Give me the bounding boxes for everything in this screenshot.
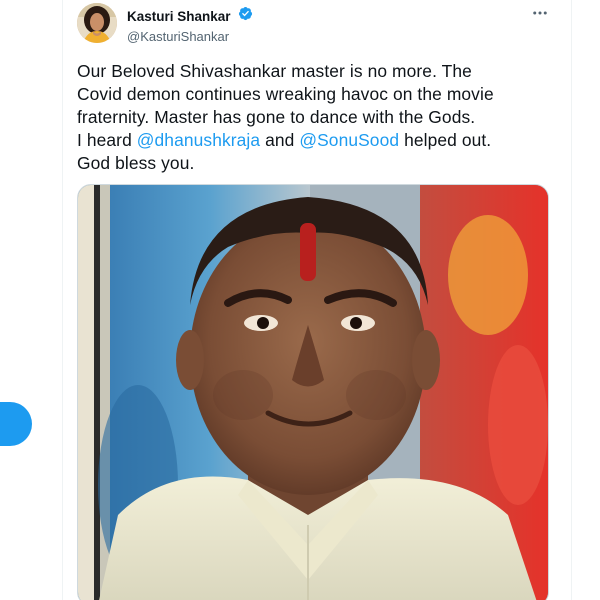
avatar[interactable]: [77, 3, 117, 43]
author-handle[interactable]: @KasturiShankar: [127, 29, 253, 44]
more-options-icon[interactable]: [529, 4, 551, 26]
author-display-name[interactable]: Kasturi Shankar: [127, 9, 231, 24]
tweet-compose-button[interactable]: [0, 402, 32, 446]
tweet-media-photo[interactable]: [77, 184, 549, 600]
tweet-text-segment: and: [260, 130, 300, 150]
verified-badge-icon: [238, 6, 253, 26]
avatar-photo: [77, 3, 117, 43]
tweet-text-segment: helped out.: [399, 130, 492, 150]
tweet-text-line: fraternity. Master has gone to dance wit…: [77, 107, 476, 127]
left-nav-column: [0, 0, 62, 600]
mention-link-dhanushkraja[interactable]: @dhanushkraja: [137, 130, 260, 150]
right-sidebar-column: [572, 0, 600, 600]
mention-link-sonusood[interactable]: @SonuSood: [299, 130, 399, 150]
tweet-text-segment: I heard: [77, 130, 137, 150]
app-stage: Kasturi Shankar @KasturiShankar Our Belo…: [0, 0, 600, 600]
tweet-text: Our Beloved Shivashankar master is no mo…: [77, 60, 562, 175]
tweet-text-line: God bless you.: [77, 153, 195, 173]
portrait-photo: [78, 185, 548, 600]
author-block: Kasturi Shankar @KasturiShankar: [127, 6, 253, 44]
tweet: Kasturi Shankar @KasturiShankar Our Belo…: [63, 0, 571, 600]
tweet-text-line: Covid demon continues wreaking havoc on …: [77, 84, 494, 104]
tweet-text-line: Our Beloved Shivashankar master is no mo…: [77, 61, 472, 81]
